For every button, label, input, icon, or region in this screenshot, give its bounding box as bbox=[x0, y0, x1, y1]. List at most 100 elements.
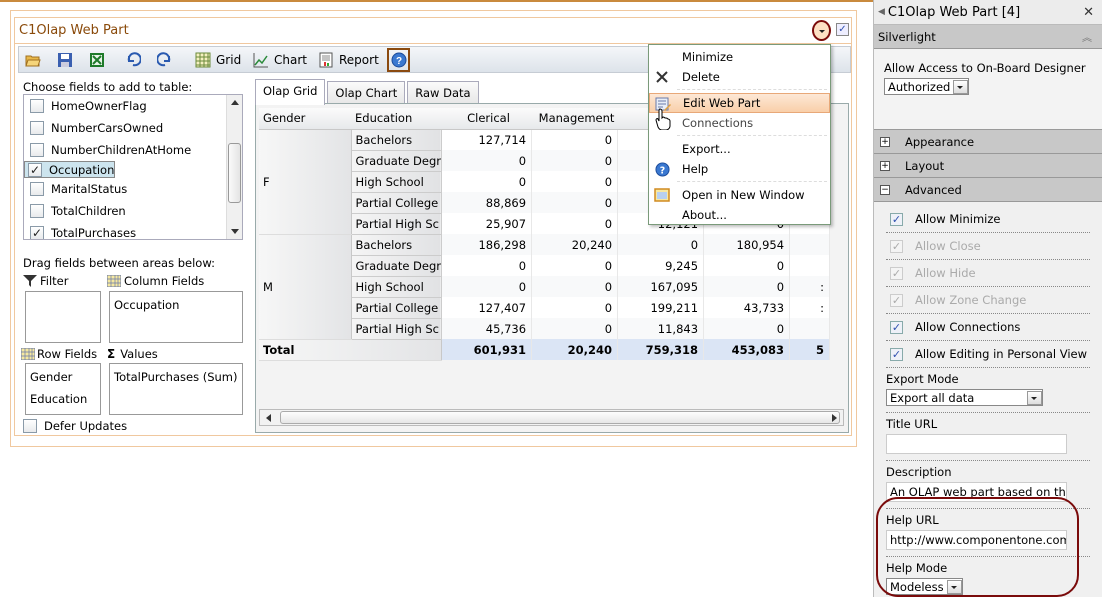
scroll-up-icon[interactable] bbox=[231, 100, 239, 105]
close-icon[interactable]: ✕ bbox=[1083, 5, 1094, 20]
scroll-left-icon[interactable] bbox=[266, 414, 271, 422]
tab-olap-chart[interactable]: Olap Chart bbox=[327, 81, 406, 105]
menu-item-minimize[interactable]: Minimize bbox=[649, 47, 830, 67]
grid-cell: 88,869 bbox=[441, 192, 533, 213]
column-header[interactable]: Education bbox=[351, 108, 442, 130]
menu-item-about[interactable]: About... bbox=[649, 205, 830, 225]
expand-icon[interactable]: + bbox=[880, 136, 890, 147]
redo-button[interactable] bbox=[157, 50, 178, 70]
tab-raw-data[interactable]: Raw Data bbox=[407, 81, 479, 105]
save-button[interactable] bbox=[57, 50, 78, 70]
help-button[interactable]: ? bbox=[387, 48, 410, 72]
grid-button[interactable]: Grid bbox=[195, 50, 241, 70]
row-fields-area[interactable]: Gender Education bbox=[25, 363, 101, 415]
title-url-input[interactable] bbox=[886, 434, 1067, 454]
field-list-item[interactable]: TotalChildren bbox=[24, 200, 242, 222]
chevron-down-icon[interactable] bbox=[1027, 390, 1042, 405]
row-header-education: Graduate Degr bbox=[350, 150, 443, 172]
webpart-title: C1Olap Web Part bbox=[19, 23, 129, 38]
checkbox[interactable]: ✓ bbox=[890, 212, 903, 226]
report-button[interactable]: Report bbox=[318, 50, 379, 70]
menu-item-delete[interactable]: Delete bbox=[649, 67, 830, 87]
grid-cell: 0 bbox=[441, 276, 533, 297]
designer-access-select[interactable]: Authorized bbox=[884, 78, 970, 95]
help-mode-select[interactable]: Modeless bbox=[886, 578, 963, 595]
menu-item-open-in-new-window[interactable]: Open in New Window bbox=[649, 185, 830, 205]
grid-cell: 186,298 bbox=[441, 234, 533, 255]
defer-updates[interactable]: Defer Updates bbox=[23, 419, 127, 433]
defer-updates-checkbox[interactable] bbox=[23, 419, 37, 433]
help-url-input[interactable]: http://www.componentone.com bbox=[886, 530, 1067, 550]
field-checkbox[interactable]: ✓ bbox=[28, 162, 42, 177]
expand-icon[interactable]: + bbox=[880, 160, 890, 171]
checkbox-label: Allow Zone Change bbox=[915, 293, 1027, 307]
grid-cell: 0 bbox=[703, 255, 791, 276]
checkbox-allow-editing-in-personal-view[interactable]: ✓ Allow Editing in Personal View bbox=[886, 341, 1090, 368]
tool-pane: ◀ C1Olap Web Part [4] ✕ Silverlight ︽ Al… bbox=[873, 0, 1102, 597]
menu-item-connections[interactable]: Connections bbox=[649, 113, 830, 133]
field-checkbox[interactable] bbox=[30, 204, 44, 218]
field-list-item[interactable]: MaritalStatus bbox=[24, 178, 242, 200]
menu-item-help[interactable]: ? Help bbox=[649, 159, 830, 179]
field-list-item[interactable]: NumberCarsOwned bbox=[24, 117, 242, 139]
section-layout[interactable]: + Layout bbox=[874, 154, 1102, 178]
grid-cell: 0 bbox=[617, 234, 705, 255]
column-fields-area[interactable]: Occupation bbox=[109, 291, 243, 343]
row-field-item[interactable]: Gender bbox=[30, 368, 96, 390]
chevron-down-icon[interactable] bbox=[946, 579, 962, 594]
field-checkbox[interactable] bbox=[30, 121, 44, 135]
scroll-down-icon[interactable] bbox=[231, 229, 239, 234]
column-header[interactable]: Management bbox=[531, 108, 618, 130]
field-checkbox[interactable]: ✓ bbox=[30, 226, 44, 239]
field-checkbox[interactable] bbox=[30, 143, 44, 157]
filter-area[interactable] bbox=[25, 291, 101, 343]
collapse-left-icon[interactable]: ◀ bbox=[878, 7, 885, 17]
webpart-select-checkbox[interactable]: ✓ bbox=[836, 23, 849, 36]
value-field-item[interactable]: TotalPurchases (Sum) bbox=[114, 368, 238, 390]
column-header[interactable]: Gender bbox=[259, 108, 351, 130]
undo-button[interactable] bbox=[125, 50, 146, 70]
grid-cell: : bbox=[789, 276, 831, 297]
scroll-thumb[interactable] bbox=[228, 143, 241, 203]
field-list-scrollbar[interactable] bbox=[226, 95, 242, 239]
svg-text:?: ? bbox=[395, 56, 401, 67]
checkbox-allow-minimize[interactable]: ✓ Allow Minimize bbox=[886, 206, 1090, 233]
section-appearance[interactable]: + Appearance bbox=[874, 130, 1102, 154]
field-checkbox[interactable] bbox=[30, 182, 44, 196]
menu-item-export[interactable]: Export... bbox=[649, 139, 830, 159]
field-list-item[interactable]: NumberChildrenAtHome bbox=[24, 139, 242, 161]
grid-horizontal-scrollbar[interactable] bbox=[259, 409, 844, 426]
field-list-item[interactable]: HomeOwnerFlag bbox=[24, 95, 242, 117]
menu-item-edit-web-part[interactable]: Edit Web Part bbox=[649, 93, 830, 113]
tab-olap-grid[interactable]: Olap Grid bbox=[255, 79, 326, 105]
field-list-item[interactable]: ✓ Occupation bbox=[24, 161, 116, 178]
grid-cell: 0 bbox=[531, 255, 619, 276]
chevron-down-icon[interactable] bbox=[953, 79, 969, 94]
export-mode-select[interactable]: Export all data bbox=[886, 389, 1043, 406]
column-header[interactable]: Clerical bbox=[441, 108, 532, 130]
column-field-item[interactable]: Occupation bbox=[114, 296, 238, 318]
drag-label: Drag fields between areas below: bbox=[23, 256, 215, 270]
scroll-right-icon[interactable] bbox=[832, 414, 837, 422]
field-list-item[interactable]: ✓ TotalPurchases bbox=[24, 222, 242, 239]
export-excel-button[interactable] bbox=[89, 50, 110, 70]
values-area[interactable]: TotalPurchases (Sum) bbox=[109, 363, 243, 415]
description-label: Description bbox=[886, 465, 952, 479]
collapse-icon[interactable]: − bbox=[880, 184, 890, 195]
checkbox[interactable]: ✓ bbox=[890, 320, 903, 334]
checkbox[interactable]: ✓ bbox=[890, 347, 903, 361]
field-checkbox[interactable] bbox=[30, 99, 44, 113]
collapse-up-icon[interactable]: ︽ bbox=[1082, 29, 1092, 44]
chart-button[interactable]: Chart bbox=[253, 50, 307, 70]
grid-cell: 180,954 bbox=[703, 234, 791, 255]
row-header-education: Bachelors bbox=[350, 234, 443, 256]
description-input[interactable]: An OLAP web part based on the bbox=[886, 482, 1067, 502]
webpart-menu-button[interactable] bbox=[812, 20, 831, 41]
total-cell: 5 bbox=[789, 339, 831, 360]
section-silverlight[interactable]: Silverlight ︽ bbox=[874, 25, 1102, 49]
scroll-thumb[interactable] bbox=[280, 411, 840, 424]
checkbox-allow-connections[interactable]: ✓ Allow Connections bbox=[886, 314, 1090, 341]
open-button[interactable] bbox=[25, 50, 46, 70]
row-field-item[interactable]: Education bbox=[30, 390, 96, 412]
section-advanced[interactable]: − Advanced bbox=[874, 178, 1102, 202]
